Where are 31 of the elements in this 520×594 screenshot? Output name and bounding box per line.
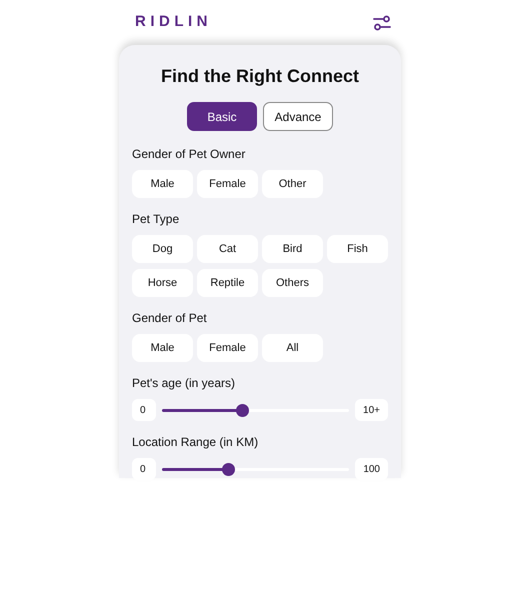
option-chip[interactable]: Male [132,334,193,362]
option-chip[interactable]: Fish [327,235,388,263]
brand-logo: RIDLIN [135,12,212,32]
range-value: 0 [132,458,156,480]
option-chip[interactable]: Others [262,269,323,297]
section-label: Pet Type [132,211,180,228]
option-chip[interactable]: Female [197,334,258,362]
slider-thumb[interactable] [222,462,235,476]
range-value: 10+ [355,399,388,421]
slider-track[interactable] [162,462,350,476]
slider-thumb[interactable] [236,404,250,416]
section-label: Location Range (in KM) [132,434,260,451]
range-value: 0 [132,399,156,421]
option-chip[interactable]: Horse [132,269,193,297]
filter-settings-icon[interactable] [373,14,391,30]
card-title: Find the Right Connect [160,65,360,88]
range-value: 100 [355,458,388,480]
tab[interactable]: Basic [187,102,257,131]
option-chip[interactable]: Bird [262,235,323,263]
option-chip[interactable]: Dog [132,235,193,263]
option-chip[interactable]: Female [197,170,258,198]
option-chip[interactable]: All [262,334,323,362]
option-chip[interactable]: Other [262,170,323,198]
section-label: Gender of Pet [132,310,208,327]
option-chip[interactable]: Cat [197,235,258,263]
slider-track[interactable] [162,404,350,416]
option-chip[interactable]: Reptile [197,269,258,297]
tab[interactable]: Advance [263,102,333,131]
option-chip[interactable]: Male [132,170,193,198]
section-label: Pet's age (in years) [132,375,236,392]
section-label: Gender of Pet Owner [132,146,246,163]
